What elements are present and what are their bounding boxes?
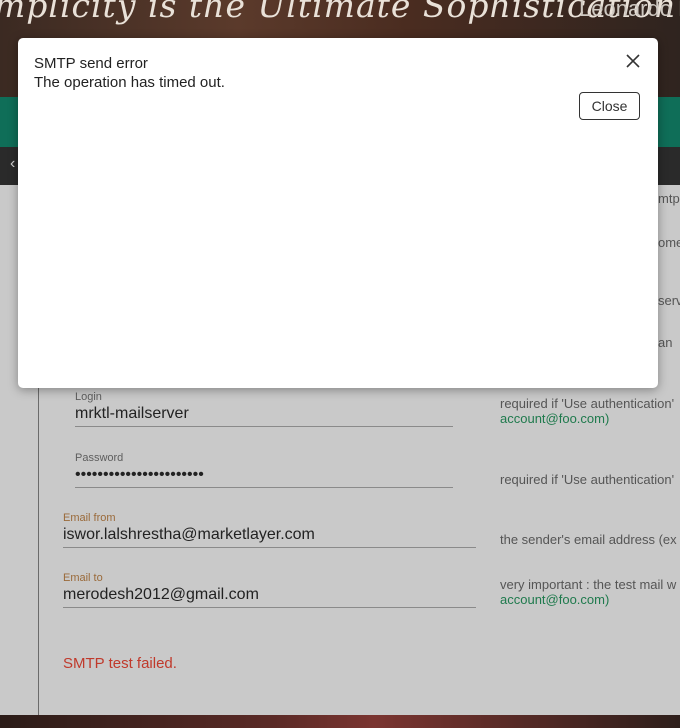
email-to-field[interactable]: Email to merodesh2012@gmail.com (63, 572, 476, 608)
login-help-text: required if 'Use authentication' (500, 396, 675, 411)
banner-quote: mplicity is the Ultimate Sophistication (0, 0, 677, 25)
email-from-help: the sender's email address (ex (500, 532, 677, 547)
footer-image (0, 715, 680, 728)
email-to-help: very important : the test mail w account… (500, 577, 676, 607)
login-help: required if 'Use authentication' account… (500, 396, 674, 426)
help-text-fragment: serv (658, 293, 680, 308)
help-text-fragment: an (658, 335, 673, 350)
email-from-label: Email from (63, 512, 116, 524)
password-field[interactable]: Password ••••••••••••••••••••••• (75, 452, 453, 488)
email-from-input[interactable]: iswor.lalshrestha@marketlayer.com (63, 526, 476, 548)
dialog-message: The operation has timed out. (34, 74, 225, 91)
close-button[interactable]: Close (579, 92, 640, 120)
login-help-link[interactable]: account@foo.com) (500, 411, 674, 426)
login-label: Login (75, 391, 102, 403)
help-text-fragment: ome (658, 235, 680, 250)
error-dialog: SMTP send error The operation has timed … (18, 38, 658, 388)
status-message: SMTP test failed. (63, 655, 177, 672)
password-help: required if 'Use authentication' (500, 472, 675, 487)
email-to-help-text: very important : the test mail w (500, 577, 677, 592)
password-label: Password (75, 452, 124, 464)
login-input[interactable]: mrktl-mailserver (75, 405, 453, 427)
login-field[interactable]: Login mrktl-mailserver (75, 391, 453, 427)
email-from-field[interactable]: Email from iswor.lalshrestha@marketlayer… (63, 512, 476, 548)
email-to-help-link[interactable]: account@foo.com) (500, 592, 676, 607)
close-icon[interactable] (624, 52, 642, 70)
chevron-left-icon[interactable]: ‹ (10, 155, 15, 173)
email-to-input[interactable]: merodesh2012@gmail.com (63, 586, 476, 608)
password-input[interactable]: ••••••••••••••••••••••• (75, 466, 453, 488)
banner-author: Leonardo Da (579, 0, 680, 21)
dialog-title: SMTP send error (34, 55, 148, 72)
help-text-fragment: mtp (658, 191, 680, 206)
email-to-label: Email to (63, 572, 103, 584)
